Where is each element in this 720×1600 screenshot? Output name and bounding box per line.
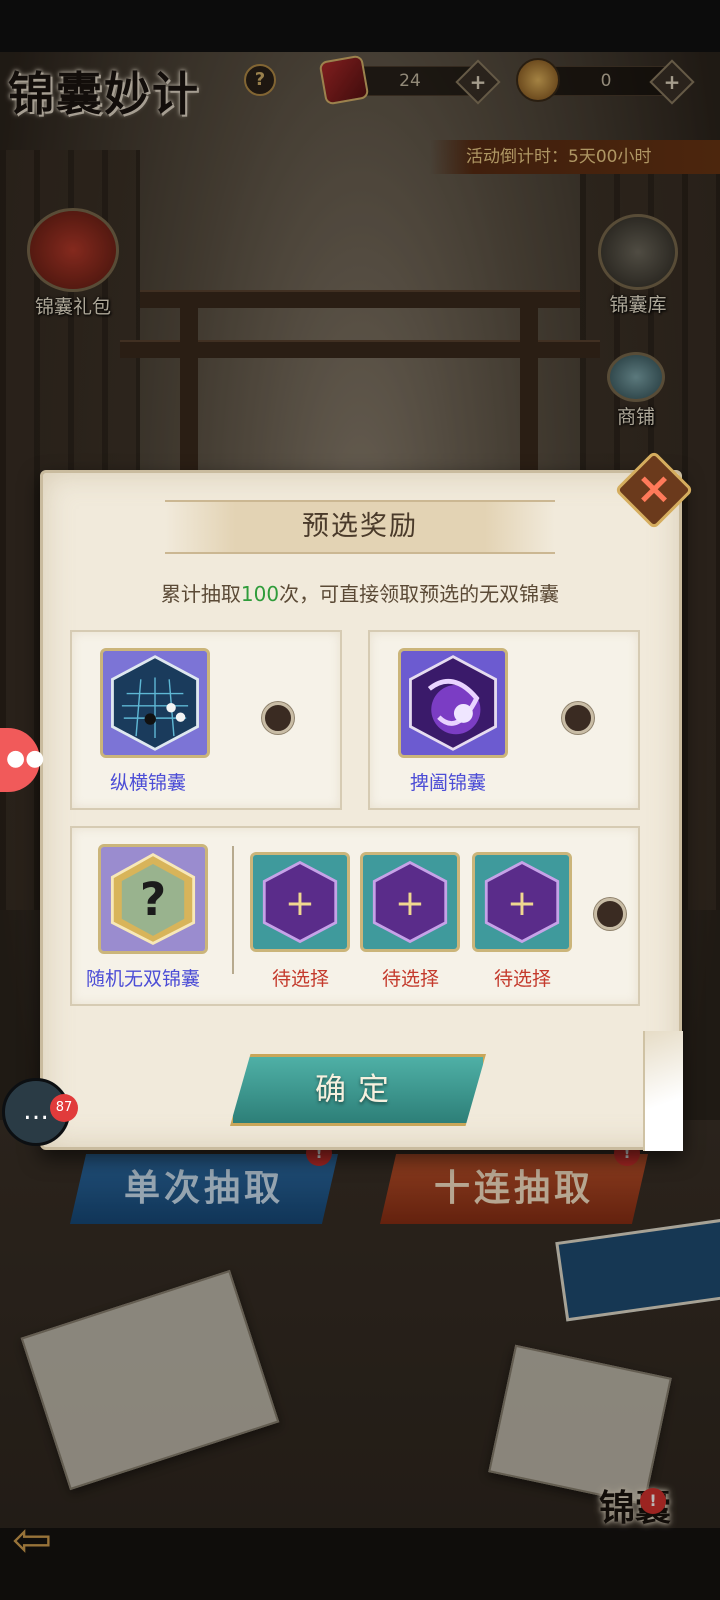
pending-slot-label: 待选择 [382, 968, 440, 990]
go-board-icon [100, 648, 210, 758]
purple-swirl-icon [398, 648, 508, 758]
svg-text:+: + [285, 883, 315, 924]
question-mark-icon: ? [98, 844, 208, 954]
pending-slot-label: 待选择 [272, 968, 330, 990]
pending-slot-label: 待选择 [494, 968, 552, 990]
confirm-button[interactable]: 确定 [230, 1054, 486, 1126]
gamepad-icon: ●● [6, 746, 45, 771]
svg-text:+: + [395, 883, 425, 924]
item-name-zongheng: 纵横锦囊 [110, 772, 187, 794]
chat-unread-badge: 87 [50, 1094, 78, 1122]
svg-text:+: + [507, 883, 537, 924]
close-icon: × [635, 463, 673, 514]
option-radio-random[interactable] [594, 898, 626, 930]
card-divider [232, 846, 234, 974]
option-radio-baihe[interactable] [562, 702, 594, 734]
svg-text:?: ? [140, 873, 166, 926]
dialog-description: 累计抽取100次，可直接领取预选的无双锦囊 [160, 582, 560, 606]
dialog-title: 预选奖励 [302, 511, 418, 542]
paper-curl [643, 1031, 683, 1151]
item-name-random: 随机无双锦囊 [86, 968, 201, 990]
draw-count-highlight: 100 [240, 582, 280, 606]
item-name-baihe: 捭阖锦囊 [410, 772, 487, 794]
add-slot-icon[interactable]: + [360, 852, 460, 952]
preselect-reward-dialog [40, 470, 683, 1151]
add-slot-icon[interactable]: + [472, 852, 572, 952]
add-slot-icon[interactable]: + [250, 852, 350, 952]
option-radio-zongheng[interactable] [262, 702, 294, 734]
